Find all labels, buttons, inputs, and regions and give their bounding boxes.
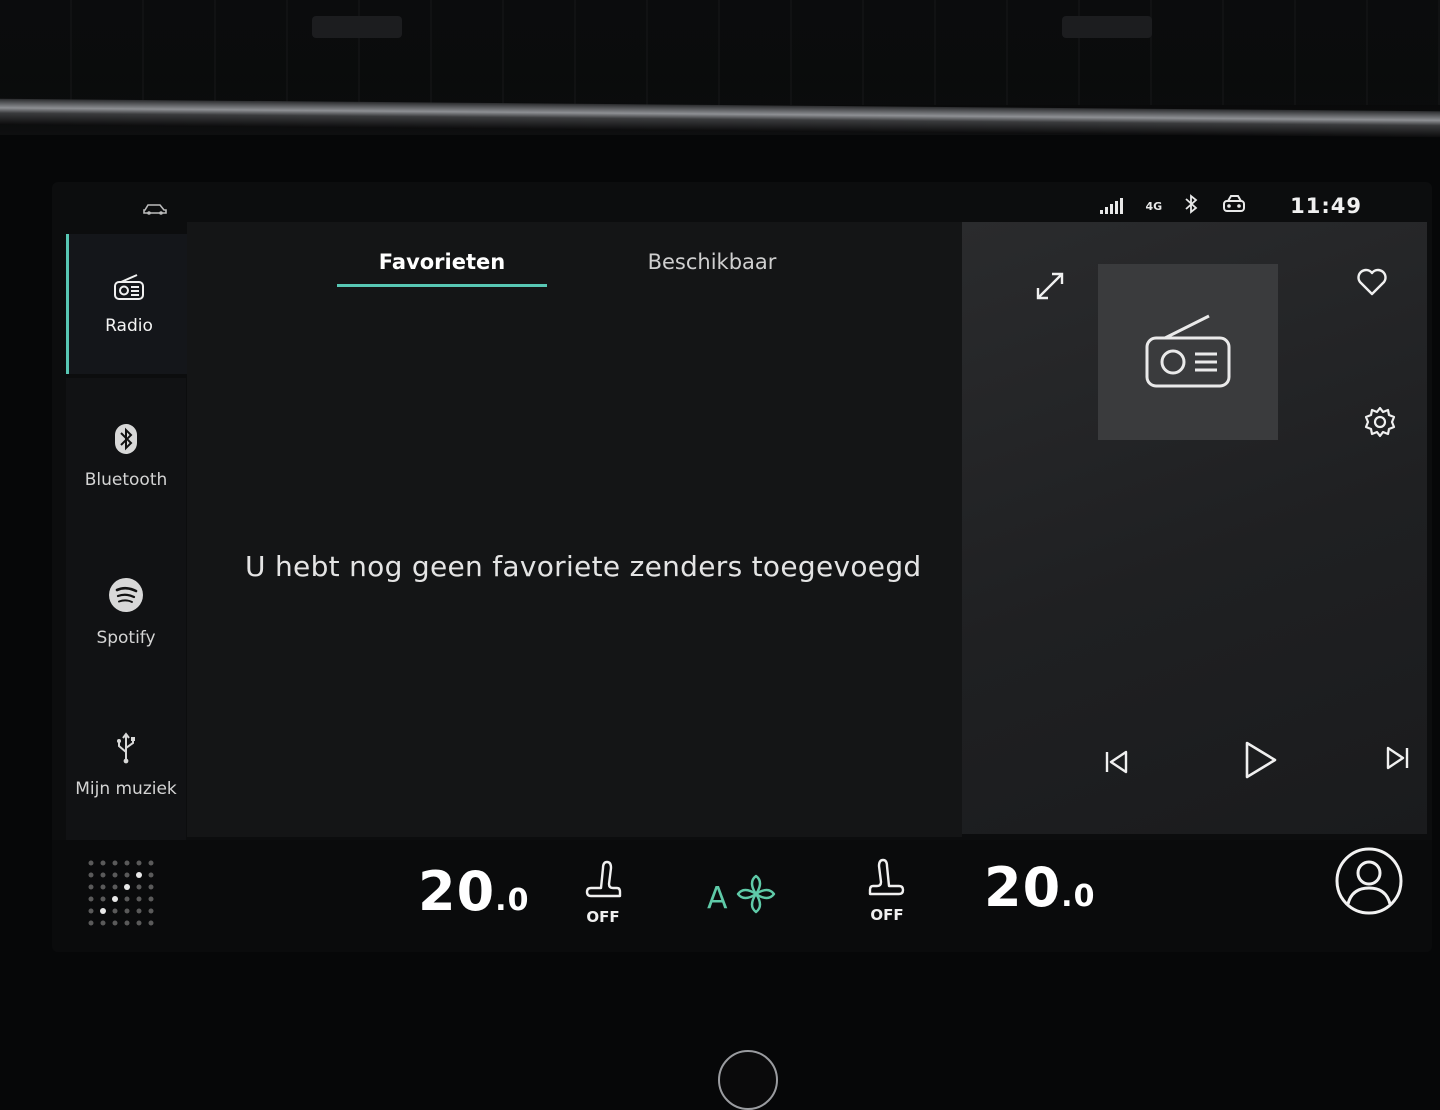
left-temp-value: 20 — [418, 860, 496, 923]
sidebar-item-label: Spotify — [96, 627, 156, 648]
air-vent — [0, 0, 1440, 105]
right-temp-value: 20 — [984, 856, 1062, 919]
seat-label: OFF — [870, 906, 904, 924]
now-playing-panel — [962, 222, 1427, 834]
sidebar-item-mijn-muziek[interactable]: Mijn muziek — [66, 690, 186, 840]
sidebar-item-radio[interactable]: Radio — [66, 234, 189, 374]
right-seat-heating[interactable]: OFF — [862, 856, 912, 924]
play-icon[interactable] — [1234, 734, 1286, 786]
sidebar-item-label: Bluetooth — [84, 469, 168, 490]
bluetooth-icon — [114, 423, 138, 460]
apps-grid-icon[interactable] — [86, 858, 156, 928]
network-label: 4G — [1145, 199, 1163, 213]
radio-content: Favorieten Beschikbaar U hebt nog geen f… — [187, 222, 962, 837]
sidebar-item-label: Radio — [105, 315, 153, 336]
left-seat-heating[interactable]: OFF — [578, 858, 628, 926]
tab-favorieten[interactable]: Favorieten — [337, 250, 547, 287]
sidebar-item-bluetooth[interactable]: Bluetooth — [66, 378, 186, 534]
bluetooth-status-icon — [1184, 194, 1198, 218]
clock: 11:49 — [1290, 194, 1362, 218]
control-knob[interactable] — [718, 1050, 778, 1110]
empty-favorites-message: U hebt nog geen favoriete zenders toegev… — [245, 550, 922, 583]
heart-icon[interactable] — [1352, 262, 1392, 302]
gear-icon[interactable] — [1360, 402, 1400, 442]
next-icon[interactable] — [1376, 736, 1420, 780]
vehicle-status-icon — [1220, 193, 1248, 219]
infotainment-screen: 4G 11:49 Radio Bluetooth Spotify Mijn mu… — [52, 182, 1432, 952]
dashboard-bezel — [0, 0, 1440, 138]
right-temp-decimal: 0 — [1073, 879, 1096, 914]
user-profile-icon[interactable] — [1334, 846, 1404, 916]
fan-auto-control[interactable]: A — [707, 872, 778, 924]
signal-icon — [1100, 198, 1124, 214]
station-artwork — [1098, 264, 1278, 440]
tab-bar: Favorieten Beschikbaar — [337, 250, 817, 287]
sidebar-item-spotify[interactable]: Spotify — [66, 534, 186, 690]
right-temperature[interactable]: 20.0 — [984, 856, 1095, 919]
sidebar-item-label: Mijn muziek — [75, 778, 177, 799]
expand-icon[interactable] — [1028, 264, 1072, 308]
previous-icon[interactable] — [1094, 740, 1138, 784]
seat-label: OFF — [586, 908, 620, 926]
spotify-icon — [108, 577, 144, 618]
seat-heat-icon — [867, 856, 907, 904]
radio-icon — [1143, 310, 1233, 394]
left-temperature[interactable]: 20.0 — [418, 860, 529, 923]
car-icon — [142, 200, 168, 219]
usb-icon — [114, 731, 138, 769]
source-sidebar: Radio Bluetooth Spotify Mijn muziek — [52, 230, 189, 840]
climate-bar: 20.0 OFF A OFF 20.0 — [52, 840, 1432, 952]
left-temp-decimal: 0 — [507, 883, 530, 918]
tab-beschikbaar[interactable]: Beschikbaar — [607, 250, 817, 287]
vent-clip — [1062, 16, 1152, 38]
vent-clip — [312, 16, 402, 38]
fan-icon — [734, 872, 778, 924]
radio-icon — [113, 273, 145, 306]
fan-mode-label: A — [707, 880, 728, 916]
seat-heat-icon — [583, 858, 623, 906]
